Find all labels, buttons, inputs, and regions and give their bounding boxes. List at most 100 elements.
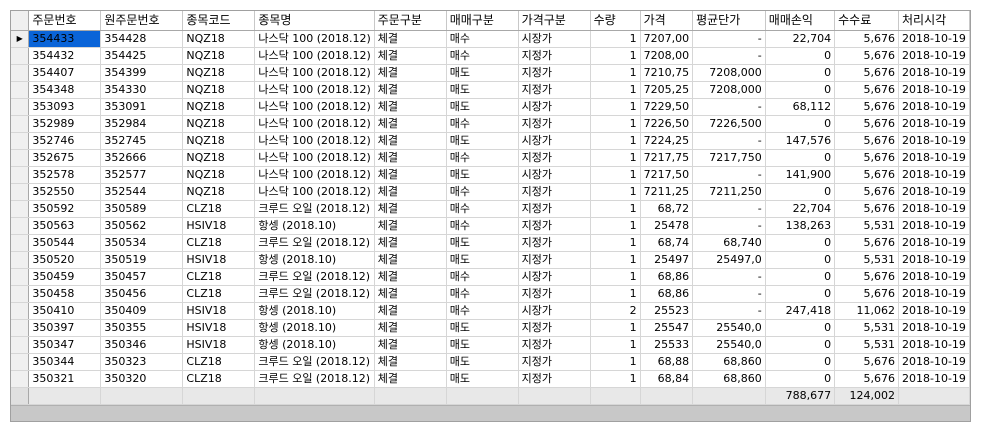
order-type-cell: 체결 xyxy=(374,353,447,371)
row-indicator[interactable] xyxy=(11,302,30,320)
table-row[interactable]: 350459 350457 CLZ18 크루드 오일 (2018.12) 체결 매수 시장가… xyxy=(11,268,970,286)
code-cell: CLZ18 xyxy=(182,285,256,303)
pnl-cell: 141,900 xyxy=(765,166,836,184)
fee-cell: 5,676 xyxy=(834,234,899,252)
fee-cell: 5,676 xyxy=(834,370,899,388)
side-cell: 매도 xyxy=(446,353,519,371)
pnl-cell: 0 xyxy=(765,285,836,303)
table-row[interactable]: ▶ 354433 354428 NQZ18 나스닥 100 (2018.12) 체결 매수 시… xyxy=(11,30,970,48)
column-header-side[interactable]: 매매구분 xyxy=(446,11,519,31)
time-cell: 2018-10-19 xyxy=(898,30,970,48)
code-cell: CLZ18 xyxy=(182,353,256,371)
totals-empty-cell xyxy=(446,387,519,405)
side-cell: 매도 xyxy=(446,132,519,150)
totals-empty-cell xyxy=(100,387,184,405)
code-cell: NQZ18 xyxy=(182,30,256,48)
table-row[interactable]: 354348 354330 NQZ18 나스닥 100 (2018.12) 체결 매도 지정… xyxy=(11,81,970,99)
table-row[interactable]: 350458 350456 CLZ18 크루드 오일 (2018.12) 체결 매수 지정가… xyxy=(11,285,970,303)
table-row[interactable]: 350520 350519 HSIV18 항셍 (2018.10) 체결 매도 지정가 1 25… xyxy=(11,251,970,269)
order-no-cell: 350592 xyxy=(28,200,102,218)
row-indicator[interactable] xyxy=(11,251,30,269)
totals-row: 788,677 124,002 xyxy=(11,387,970,405)
table-row[interactable]: 350410 350409 HSIV18 항셍 (2018.10) 체결 매수 시장가 2 25… xyxy=(11,302,970,320)
row-indicator[interactable] xyxy=(11,370,30,388)
price-type-cell: 시장가 xyxy=(518,166,591,184)
avg-price-cell: - xyxy=(692,30,766,48)
table-row[interactable]: 353093 353091 NQZ18 나스닥 100 (2018.12) 체결 매도 시장… xyxy=(11,98,970,116)
column-header-price[interactable]: 가격 xyxy=(640,11,694,31)
table-row[interactable]: 350347 350346 HSIV18 항셍 (2018.10) 체결 매도 지정가 1 25… xyxy=(11,336,970,354)
price-type-cell: 지정가 xyxy=(518,336,591,354)
column-header-code[interactable]: 종목코드 xyxy=(182,11,256,31)
fee-cell: 5,676 xyxy=(834,98,899,116)
row-indicator[interactable] xyxy=(11,81,30,99)
order-type-cell: 체결 xyxy=(374,336,447,354)
table-row[interactable]: 352550 352544 NQZ18 나스닥 100 (2018.12) 체결 매수 지정… xyxy=(11,183,970,201)
column-header-name[interactable]: 종목명 xyxy=(254,11,375,31)
row-indicator[interactable] xyxy=(11,217,30,235)
table-row[interactable]: 350321 350320 CLZ18 크루드 오일 (2018.12) 체결 매도 지정가… xyxy=(11,370,970,388)
table-row[interactable]: 352746 352745 NQZ18 나스닥 100 (2018.12) 체결 매도 시장… xyxy=(11,132,970,150)
row-indicator[interactable] xyxy=(11,149,30,167)
orig-order-no-cell: 354399 xyxy=(100,64,184,82)
fee-cell: 5,531 xyxy=(834,217,899,235)
row-indicator[interactable] xyxy=(11,132,30,150)
order-type-cell: 체결 xyxy=(374,183,447,201)
price-type-cell: 지정가 xyxy=(518,319,591,337)
table-row[interactable]: 354432 354425 NQZ18 나스닥 100 (2018.12) 체결 매수 지정… xyxy=(11,47,970,65)
pnl-cell: 68,112 xyxy=(765,98,836,116)
code-cell: NQZ18 xyxy=(182,98,256,116)
row-indicator[interactable] xyxy=(11,234,30,252)
column-header-price-type[interactable]: 가격구분 xyxy=(518,11,591,31)
table-row[interactable]: 350344 350323 CLZ18 크루드 오일 (2018.12) 체결 매도 지정가… xyxy=(11,353,970,371)
column-header-qty[interactable]: 수량 xyxy=(590,11,641,31)
code-cell: HSIV18 xyxy=(182,319,256,337)
row-indicator[interactable] xyxy=(11,98,30,116)
table-row[interactable]: 350397 350355 HSIV18 항셍 (2018.10) 체결 매도 지정가 1 25… xyxy=(11,319,970,337)
avg-price-cell: 68,740 xyxy=(692,234,766,252)
row-indicator[interactable] xyxy=(11,319,30,337)
row-indicator[interactable] xyxy=(11,285,30,303)
pnl-cell: 0 xyxy=(765,319,836,337)
qty-cell: 1 xyxy=(590,166,641,184)
row-indicator[interactable] xyxy=(11,353,30,371)
total-fee: 124,002 xyxy=(834,387,899,405)
row-indicator[interactable] xyxy=(11,64,30,82)
row-indicator[interactable] xyxy=(11,336,30,354)
table-row[interactable]: 350544 350534 CLZ18 크루드 오일 (2018.12) 체결 매도 지정가… xyxy=(11,234,970,252)
table-row[interactable]: 350592 350589 CLZ18 크루드 오일 (2018.12) 체결 매수 지정가… xyxy=(11,200,970,218)
column-header-pnl[interactable]: 매매손익 xyxy=(765,11,836,31)
row-indicator[interactable] xyxy=(11,115,30,133)
table-row[interactable]: 352989 352984 NQZ18 나스닥 100 (2018.12) 체결 매수 지정… xyxy=(11,115,970,133)
avg-price-cell: - xyxy=(692,302,766,320)
table-row[interactable]: 352578 352577 NQZ18 나스닥 100 (2018.12) 체결 매도 시장… xyxy=(11,166,970,184)
horizontal-scrollbar[interactable] xyxy=(11,405,970,421)
orig-order-no-cell: 353091 xyxy=(100,98,184,116)
row-indicator[interactable] xyxy=(11,268,30,286)
table-row[interactable]: 354407 354399 NQZ18 나스닥 100 (2018.12) 체결 매도 지정… xyxy=(11,64,970,82)
order-type-cell: 체결 xyxy=(374,115,447,133)
row-indicator[interactable] xyxy=(11,183,30,201)
order-type-cell: 체결 xyxy=(374,268,447,286)
table-row[interactable]: 352675 352666 NQZ18 나스닥 100 (2018.12) 체결 매수 지정… xyxy=(11,149,970,167)
column-header-orig-order-no[interactable]: 원주문번호 xyxy=(100,11,184,31)
order-no-cell: 354348 xyxy=(28,81,102,99)
column-header-fee[interactable]: 수수료 xyxy=(834,11,899,31)
row-pointer-icon[interactable]: ▶ xyxy=(11,30,30,48)
column-header-order-no[interactable]: 주문번호 xyxy=(28,11,102,31)
column-header-avg-price[interactable]: 평균단가 xyxy=(692,11,766,31)
column-header-order-type[interactable]: 주문구분 xyxy=(374,11,447,31)
avg-price-cell: 25497,0 xyxy=(692,251,766,269)
row-indicator[interactable] xyxy=(11,200,30,218)
row-indicator[interactable] xyxy=(11,166,30,184)
qty-cell: 1 xyxy=(590,370,641,388)
order-type-cell: 체결 xyxy=(374,47,447,65)
time-cell: 2018-10-19 xyxy=(898,234,970,252)
code-cell: CLZ18 xyxy=(182,200,256,218)
pnl-cell: 0 xyxy=(765,268,836,286)
avg-price-cell: 7208,000 xyxy=(692,64,766,82)
column-header-time[interactable]: 처리시각 xyxy=(898,11,970,31)
row-indicator[interactable] xyxy=(11,47,30,65)
table-row[interactable]: 350563 350562 HSIV18 항셍 (2018.10) 체결 매수 지정가 1 25… xyxy=(11,217,970,235)
order-type-cell: 체결 xyxy=(374,166,447,184)
